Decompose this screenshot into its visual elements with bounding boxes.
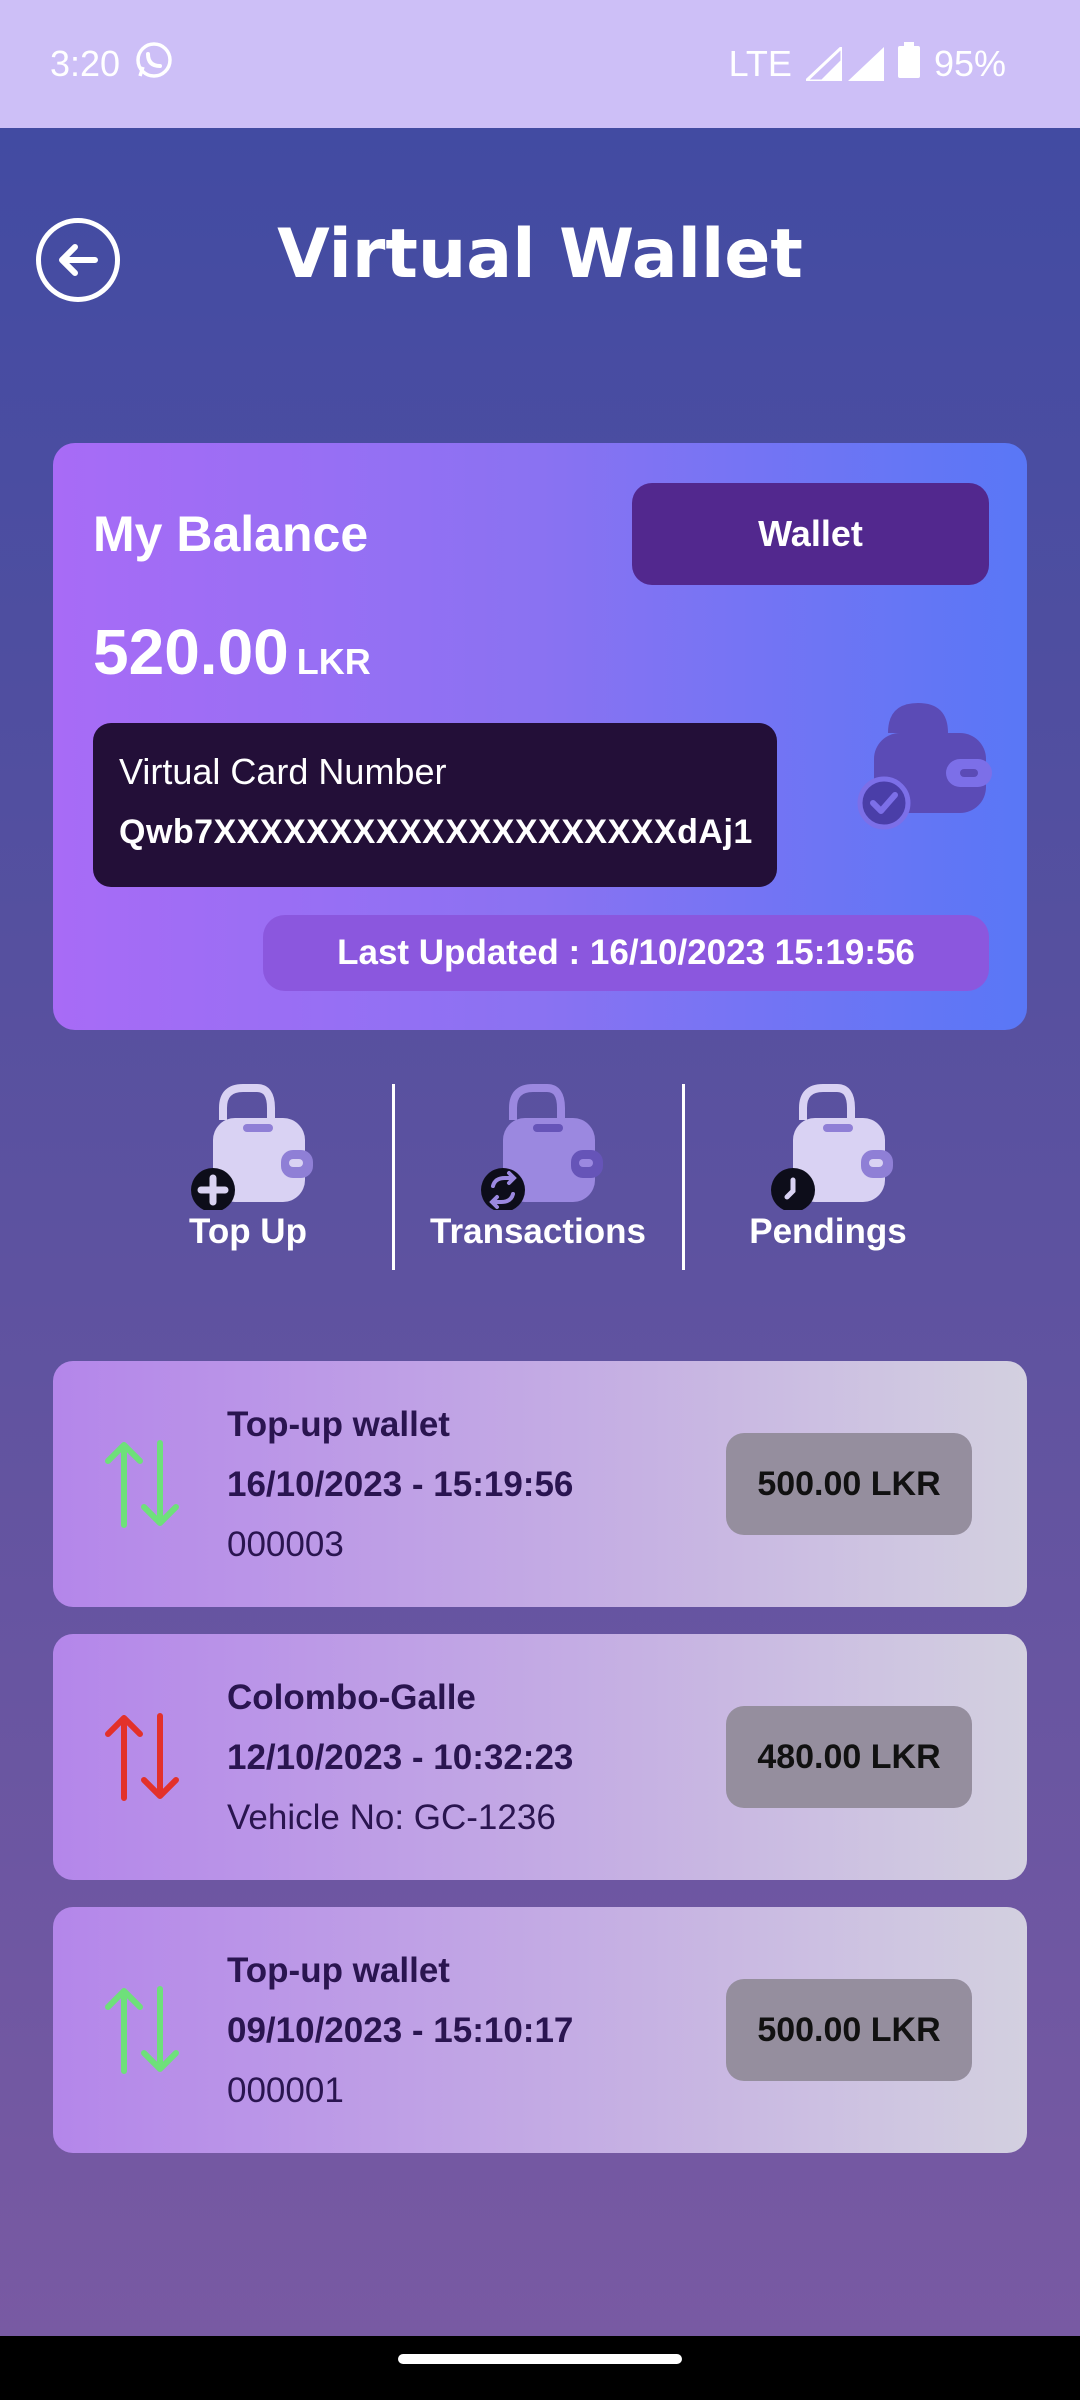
transactions-label: Transactions — [430, 1212, 646, 1251]
wallet-check-icon — [856, 693, 996, 833]
transaction-ref: 000003 — [227, 1525, 344, 1564]
network-label: LTE — [728, 43, 792, 84]
wallet-exchange-icon — [473, 1080, 603, 1212]
transaction-item[interactable]: Top-up wallet 16/10/2023 - 15:19:56 0000… — [53, 1361, 1027, 1607]
top-up-button[interactable]: Top Up — [108, 1080, 388, 1270]
wallet-add-icon — [183, 1080, 313, 1212]
status-time: 3:20 — [50, 43, 121, 84]
balance-heading: My Balance — [93, 506, 369, 562]
transaction-datetime: 12/10/2023 - 10:32:23 — [227, 1738, 574, 1777]
status-bar: 3:20 LTE 95% — [0, 0, 1080, 128]
balance-currency: LKR — [296, 641, 371, 682]
transaction-title: Colombo-Galle — [227, 1678, 476, 1717]
virtual-card-number: Qwb7XXXXXXXXXXXXXXXXXXXXdAj1 — [119, 813, 753, 851]
transaction-item[interactable]: Colombo-Galle 12/10/2023 - 10:32:23 Vehi… — [53, 1634, 1027, 1880]
quick-actions: Top Up Transactions Pendings — [0, 1080, 1080, 1270]
battery-icon — [897, 41, 920, 87]
virtual-card: Virtual Card Number Qwb7XXXXXXXXXXXXXXXX… — [93, 723, 777, 887]
pendings-label: Pendings — [749, 1212, 907, 1251]
transaction-ref: Vehicle No: GC-1236 — [227, 1798, 556, 1837]
balance-amount: 520.00 LKR — [93, 615, 371, 689]
transfer-arrows-icon — [97, 1985, 187, 2075]
pendings-button[interactable]: Pendings — [688, 1080, 968, 1270]
divider — [682, 1084, 685, 1270]
signal-icon — [805, 47, 884, 81]
battery-percent: 95% — [933, 43, 1006, 84]
transactions-button[interactable]: Transactions — [398, 1080, 678, 1270]
transaction-datetime: 16/10/2023 - 15:19:56 — [227, 1465, 574, 1504]
balance-value: 520.00 — [93, 616, 289, 688]
transaction-ref: 000001 — [227, 2071, 344, 2110]
wallet-clock-icon — [763, 1080, 893, 1212]
top-up-label: Top Up — [189, 1212, 307, 1251]
transaction-title: Top-up wallet — [227, 1951, 450, 1990]
last-updated: Last Updated : 16/10/2023 15:19:56 — [263, 915, 989, 991]
transaction-title: Top-up wallet — [227, 1405, 450, 1444]
balance-card: My Balance Wallet 520.00 LKR Virtual Card… — [53, 443, 1027, 1030]
transfer-arrows-icon — [97, 1712, 187, 1802]
transaction-item[interactable]: Top-up wallet 09/10/2023 - 15:10:17 0000… — [53, 1907, 1027, 2153]
whatsapp-icon — [134, 40, 174, 89]
virtual-card-label: Virtual Card Number — [119, 751, 447, 792]
transfer-arrows-icon — [97, 1439, 187, 1529]
home-gesture-handle[interactable] — [398, 2354, 682, 2364]
page-title: Virtual Wallet — [277, 215, 803, 294]
transaction-datetime: 09/10/2023 - 15:10:17 — [227, 2011, 574, 2050]
transaction-amount: 500.00 LKR — [726, 1433, 972, 1535]
transaction-amount: 500.00 LKR — [726, 1979, 972, 2081]
wallet-button[interactable]: Wallet — [632, 483, 989, 585]
transaction-amount: 480.00 LKR — [726, 1706, 972, 1808]
divider — [392, 1084, 395, 1270]
navigation-bar — [0, 2336, 1080, 2400]
